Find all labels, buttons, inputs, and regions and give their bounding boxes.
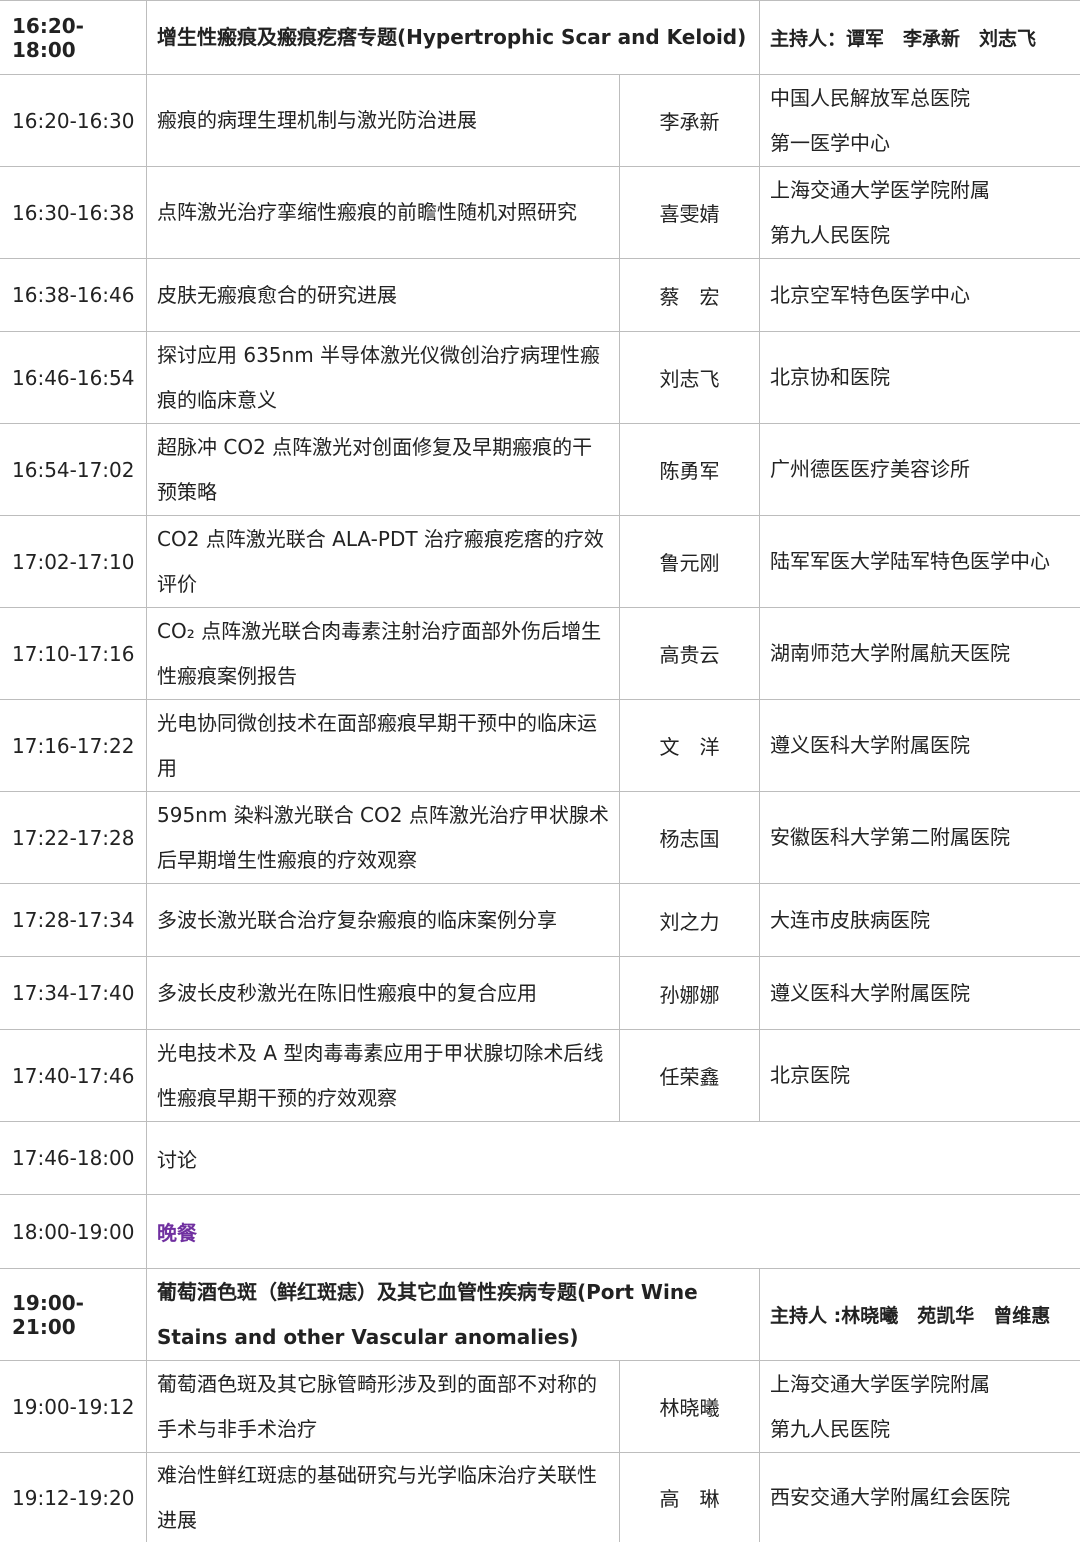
talk-speaker: 杨志国 [620,792,760,883]
talk-time: 16:54-17:02 [0,424,147,515]
talk-topic: CO₂ 点阵激光联合肉毒素注射治疗面部外伤后增生性瘢痕案例报告 [147,608,620,699]
table-row: 19:00-19:12 葡萄酒色斑及其它脉管畸形涉及到的面部不对称的手术与非手术… [0,1360,1080,1452]
talk-institution: 陆军军医大学陆军特色医学中心 [770,549,1050,573]
table-row: 19:12-19:20 难治性鲜红斑痣的基础研究与光学临床治疗关联性进展 高 琳… [0,1452,1080,1542]
discussion-time: 17:46-18:00 [0,1122,147,1194]
talk-institution: 西安交通大学附属红会医院 [770,1485,1010,1509]
talk-topic: 难治性鲜红斑痣的基础研究与光学临床治疗关联性进展 [147,1453,620,1542]
talk-speaker: 高 琳 [620,1453,760,1542]
session-title: 葡萄酒色斑（鲜红斑痣）及其它血管性疾病专题(Port Wine Stains a… [147,1269,760,1360]
dinner-time: 18:00-19:00 [0,1195,147,1268]
talk-time: 16:46-16:54 [0,332,147,423]
talk-speaker: 李承新 [620,75,760,166]
talk-time: 19:12-19:20 [0,1453,147,1542]
talk-time: 16:38-16:46 [0,259,147,331]
talk-topic: 皮肤无瘢痕愈合的研究进展 [147,259,620,331]
talk-speaker: 任荣鑫 [620,1030,760,1121]
session-title: 增生性瘢痕及瘢痕疙瘩专题(Hypertrophic Scar and Keloi… [147,1,760,74]
talk-speaker: 孙娜娜 [620,957,760,1029]
talk-speaker: 林晓曦 [620,1361,760,1452]
talk-topic: 探讨应用 635nm 半导体激光仪微创治疗病理性瘢痕的临床意义 [147,332,620,423]
talk-time: 17:22-17:28 [0,792,147,883]
table-row: 17:22-17:28 595nm 染料激光联合 CO2 点阵激光治疗甲状腺术后… [0,791,1080,883]
talk-institution: 北京协和医院 [770,365,890,389]
table-row: 16:20-16:30 瘢痕的病理生理机制与激光防治进展 李承新 中国人民解放军… [0,74,1080,166]
session-header-row: 19:00-21:00 葡萄酒色斑（鲜红斑痣）及其它血管性疾病专题(Port W… [0,1268,1080,1360]
talk-speaker: 陈勇军 [620,424,760,515]
talk-topic: 葡萄酒色斑及其它脉管畸形涉及到的面部不对称的手术与非手术治疗 [147,1361,620,1452]
talk-institution: 大连市皮肤病医院 [770,907,930,932]
table-row: 17:34-17:40 多波长皮秒激光在陈旧性瘢痕中的复合应用 孙娜娜 遵义医科… [0,956,1080,1029]
talk-institution: 北京医院 [770,1063,850,1087]
table-row: 16:38-16:46 皮肤无瘢痕愈合的研究进展 蔡 宏 北京空军特色医学中心 [0,258,1080,331]
talk-institution: 湖南师范大学附属航天医院 [770,641,1010,665]
discussion-row: 17:46-18:00 讨论 [0,1121,1080,1194]
talk-topic: 点阵激光治疗挛缩性瘢痕的前瞻性随机对照研究 [147,167,620,258]
dinner-row: 18:00-19:00 晚餐 [0,1194,1080,1268]
talk-time: 17:16-17:22 [0,700,147,791]
talk-institution: 遵义医科大学附属医院 [770,980,970,1005]
talk-speaker: 鲁元刚 [620,516,760,607]
talk-topic: 超脉冲 CO2 点阵激光对创面修复及早期瘢痕的干预策略 [147,424,620,515]
table-row: 16:54-17:02 超脉冲 CO2 点阵激光对创面修复及早期瘢痕的干预策略 … [0,423,1080,515]
talk-time: 19:00-19:12 [0,1361,147,1452]
talk-institution: 上海交通大学医学院附属第九人民医院 [770,1371,990,1441]
talk-speaker: 刘之力 [620,884,760,956]
talk-institution: 安徽医科大学第二附属医院 [770,825,1010,849]
talk-time: 16:20-16:30 [0,75,147,166]
talk-time: 17:02-17:10 [0,516,147,607]
session-header-row: 16:20-18:00 增生性瘢痕及瘢痕疙瘩专题(Hypertrophic Sc… [0,0,1080,74]
table-row: 16:30-16:38 点阵激光治疗挛缩性瘢痕的前瞻性随机对照研究 喜雯婧 上海… [0,166,1080,258]
session-time: 19:00-21:00 [0,1269,147,1360]
talk-topic: 光电协同微创技术在面部瘢痕早期干预中的临床运用 [147,700,620,791]
discussion-label: 讨论 [157,1147,197,1172]
table-row: 17:10-17:16 CO₂ 点阵激光联合肉毒素注射治疗面部外伤后增生性瘢痕案… [0,607,1080,699]
session-hosts: 主持人：谭军 李承新 刘志飞 [770,28,1037,50]
talk-time: 17:34-17:40 [0,957,147,1029]
table-row: 17:16-17:22 光电协同微创技术在面部瘢痕早期干预中的临床运用 文 洋 … [0,699,1080,791]
talk-institution: 中国人民解放军总医院第一医学中心 [770,85,970,155]
talk-institution: 遵义医科大学附属医院 [770,733,970,757]
talk-institution: 北京空军特色医学中心 [770,282,970,307]
dinner-label: 晚餐 [157,1221,197,1245]
session-hosts: 主持人 :林晓曦 苑凯华 曾维惠 [770,1305,1051,1327]
talk-speaker: 文 洋 [620,700,760,791]
talk-time: 17:28-17:34 [0,884,147,956]
table-row: 17:40-17:46 光电技术及 A 型肉毒毒素应用于甲状腺切除术后线性瘢痕早… [0,1029,1080,1121]
table-row: 16:46-16:54 探讨应用 635nm 半导体激光仪微创治疗病理性瘢痕的临… [0,331,1080,423]
talk-topic: 多波长皮秒激光在陈旧性瘢痕中的复合应用 [147,957,620,1029]
talk-speaker: 刘志飞 [620,332,760,423]
table-row: 17:02-17:10 CO2 点阵激光联合 ALA-PDT 治疗瘢痕疙瘩的疗效… [0,515,1080,607]
table-row: 17:28-17:34 多波长激光联合治疗复杂瘢痕的临床案例分享 刘之力 大连市… [0,883,1080,956]
talk-time: 17:10-17:16 [0,608,147,699]
talk-institution: 上海交通大学医学院附属第九人民医院 [770,177,990,247]
talk-topic: 瘢痕的病理生理机制与激光防治进展 [147,75,620,166]
talk-topic: CO2 点阵激光联合 ALA-PDT 治疗瘢痕疙瘩的疗效评价 [147,516,620,607]
talk-speaker: 喜雯婧 [620,167,760,258]
talk-speaker: 蔡 宏 [620,259,760,331]
talk-topic: 多波长激光联合治疗复杂瘢痕的临床案例分享 [147,884,620,956]
talk-institution: 广州德医医疗美容诊所 [770,457,970,481]
session-time: 16:20-18:00 [0,1,147,74]
talk-time: 17:40-17:46 [0,1030,147,1121]
talk-speaker: 高贵云 [620,608,760,699]
talk-time: 16:30-16:38 [0,167,147,258]
schedule-table: 16:20-18:00 增生性瘢痕及瘢痕疙瘩专题(Hypertrophic Sc… [0,0,1080,1542]
talk-topic: 595nm 染料激光联合 CO2 点阵激光治疗甲状腺术后早期增生性瘢痕的疗效观察 [147,792,620,883]
talk-topic: 光电技术及 A 型肉毒毒素应用于甲状腺切除术后线性瘢痕早期干预的疗效观察 [147,1030,620,1121]
